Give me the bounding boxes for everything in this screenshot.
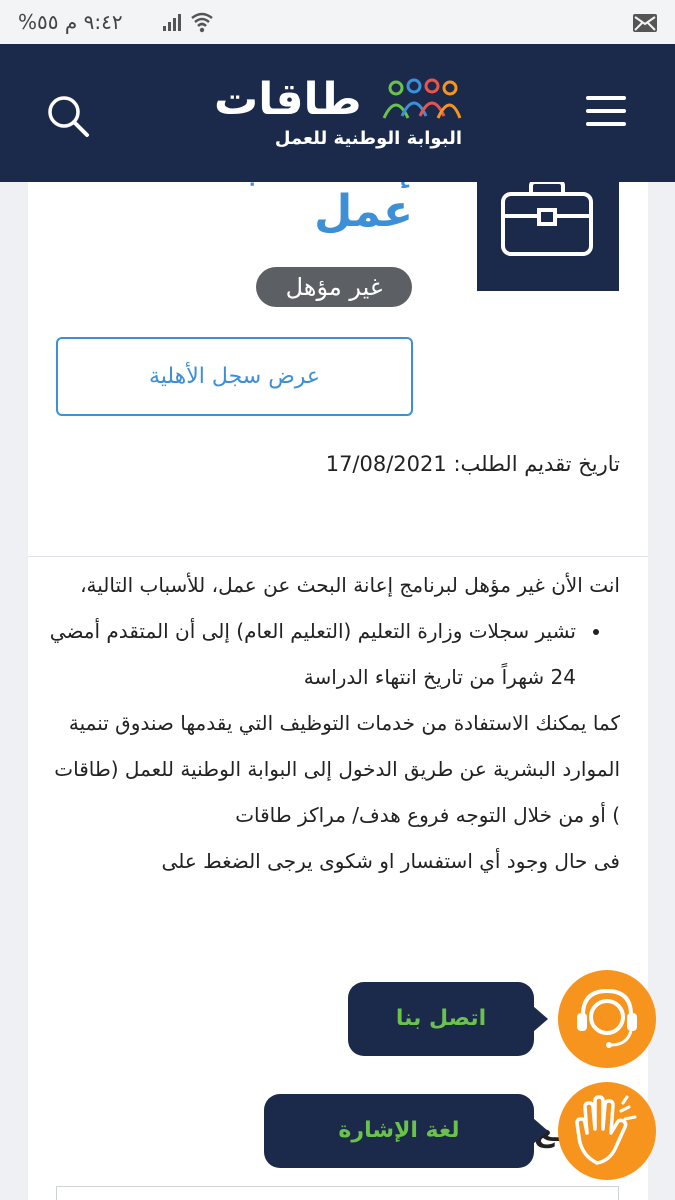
program-card: إعانة البحث عن عمل غير مؤهل عرض سجل الأه… (28, 150, 648, 1200)
logo-subtitle: البوابة الوطنية للعمل (274, 128, 462, 149)
divider (28, 556, 648, 557)
search-icon[interactable] (46, 94, 90, 138)
ineligibility-message: انت الأن غير مؤهل لبرنامج إعانة البحث عن… (46, 562, 620, 884)
site-header: طاقات البوابة الوطنية للعمل (0, 44, 675, 182)
headset-icon (577, 988, 637, 1048)
reasons-list: تشير سجلات وزارة التعليم (التعليم العام)… (46, 608, 620, 700)
status-bar: ٩:٤٢ م ٥٥% (0, 0, 675, 44)
logo-wordmark: طاقات (214, 74, 363, 125)
wifi-icon (191, 12, 213, 33)
briefcase-icon (501, 180, 593, 256)
mail-icon (633, 14, 657, 32)
status-time-battery: ٩:٤٢ م ٥٥% (18, 10, 123, 34)
message-contact: فى حال وجود أي استفسار او شكوى يرجى الضغ… (161, 849, 620, 873)
site-logo[interactable]: طاقات البوابة الوطنية للعمل (214, 70, 464, 160)
submission-date-label: تاريخ تقديم الطلب: (453, 452, 620, 476)
signal-icon (163, 14, 181, 31)
sign-language-label: لغة الإشارة (338, 1118, 460, 1143)
sign-language-fab[interactable] (558, 1082, 656, 1180)
status-badge: غير مؤهل (256, 267, 412, 307)
reason-item: تشير سجلات وزارة التعليم (التعليم العام)… (46, 608, 580, 700)
submission-date: تاريخ تقديم الطلب: 17/08/2021 (326, 452, 620, 476)
people-logo-icon (382, 78, 462, 119)
contact-us-fab[interactable] (558, 970, 656, 1068)
message-intro: انت الأن غير مؤهل لبرنامج إعانة البحث عن… (80, 573, 620, 597)
message-services: كما يمكنك الاستفادة من خدمات التوظيف الت… (54, 711, 620, 827)
menu-icon[interactable] (586, 96, 626, 128)
view-eligibility-record-button[interactable]: عرض سجل الأهلية (56, 337, 413, 416)
submission-date-value: 17/08/2021 (325, 452, 447, 476)
contact-us-button[interactable]: اتصل بنا (348, 982, 548, 1056)
sign-language-button[interactable]: لغة الإشارة (264, 1094, 548, 1168)
bottom-field (56, 1186, 619, 1200)
contact-us-label: اتصل بنا (395, 1006, 487, 1031)
hand-sign-icon (575, 1095, 637, 1165)
